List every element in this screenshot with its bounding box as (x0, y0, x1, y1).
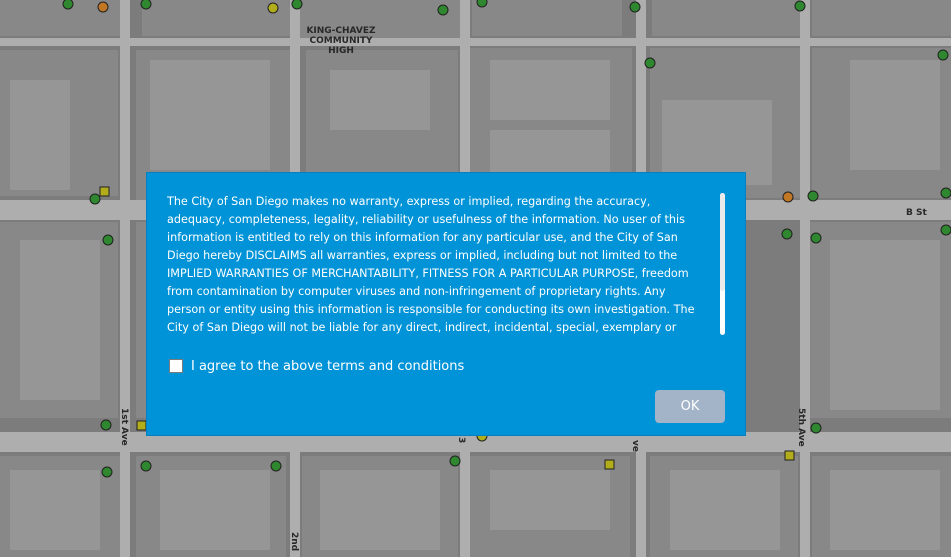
terms-text: The City of San Diego makes no warranty,… (167, 195, 695, 334)
agree-label[interactable]: I agree to the above terms and condition… (191, 359, 464, 374)
ok-button[interactable]: OK (655, 390, 725, 423)
terms-scrollbar[interactable] (720, 193, 725, 335)
terms-scrollbar-thumb[interactable] (720, 193, 725, 291)
agree-row[interactable]: I agree to the above terms and condition… (169, 357, 464, 375)
terms-dialog: The City of San Diego makes no warranty,… (146, 172, 746, 436)
agree-checkbox[interactable] (169, 359, 183, 373)
terms-text-box[interactable]: The City of San Diego makes no warranty,… (167, 193, 705, 339)
